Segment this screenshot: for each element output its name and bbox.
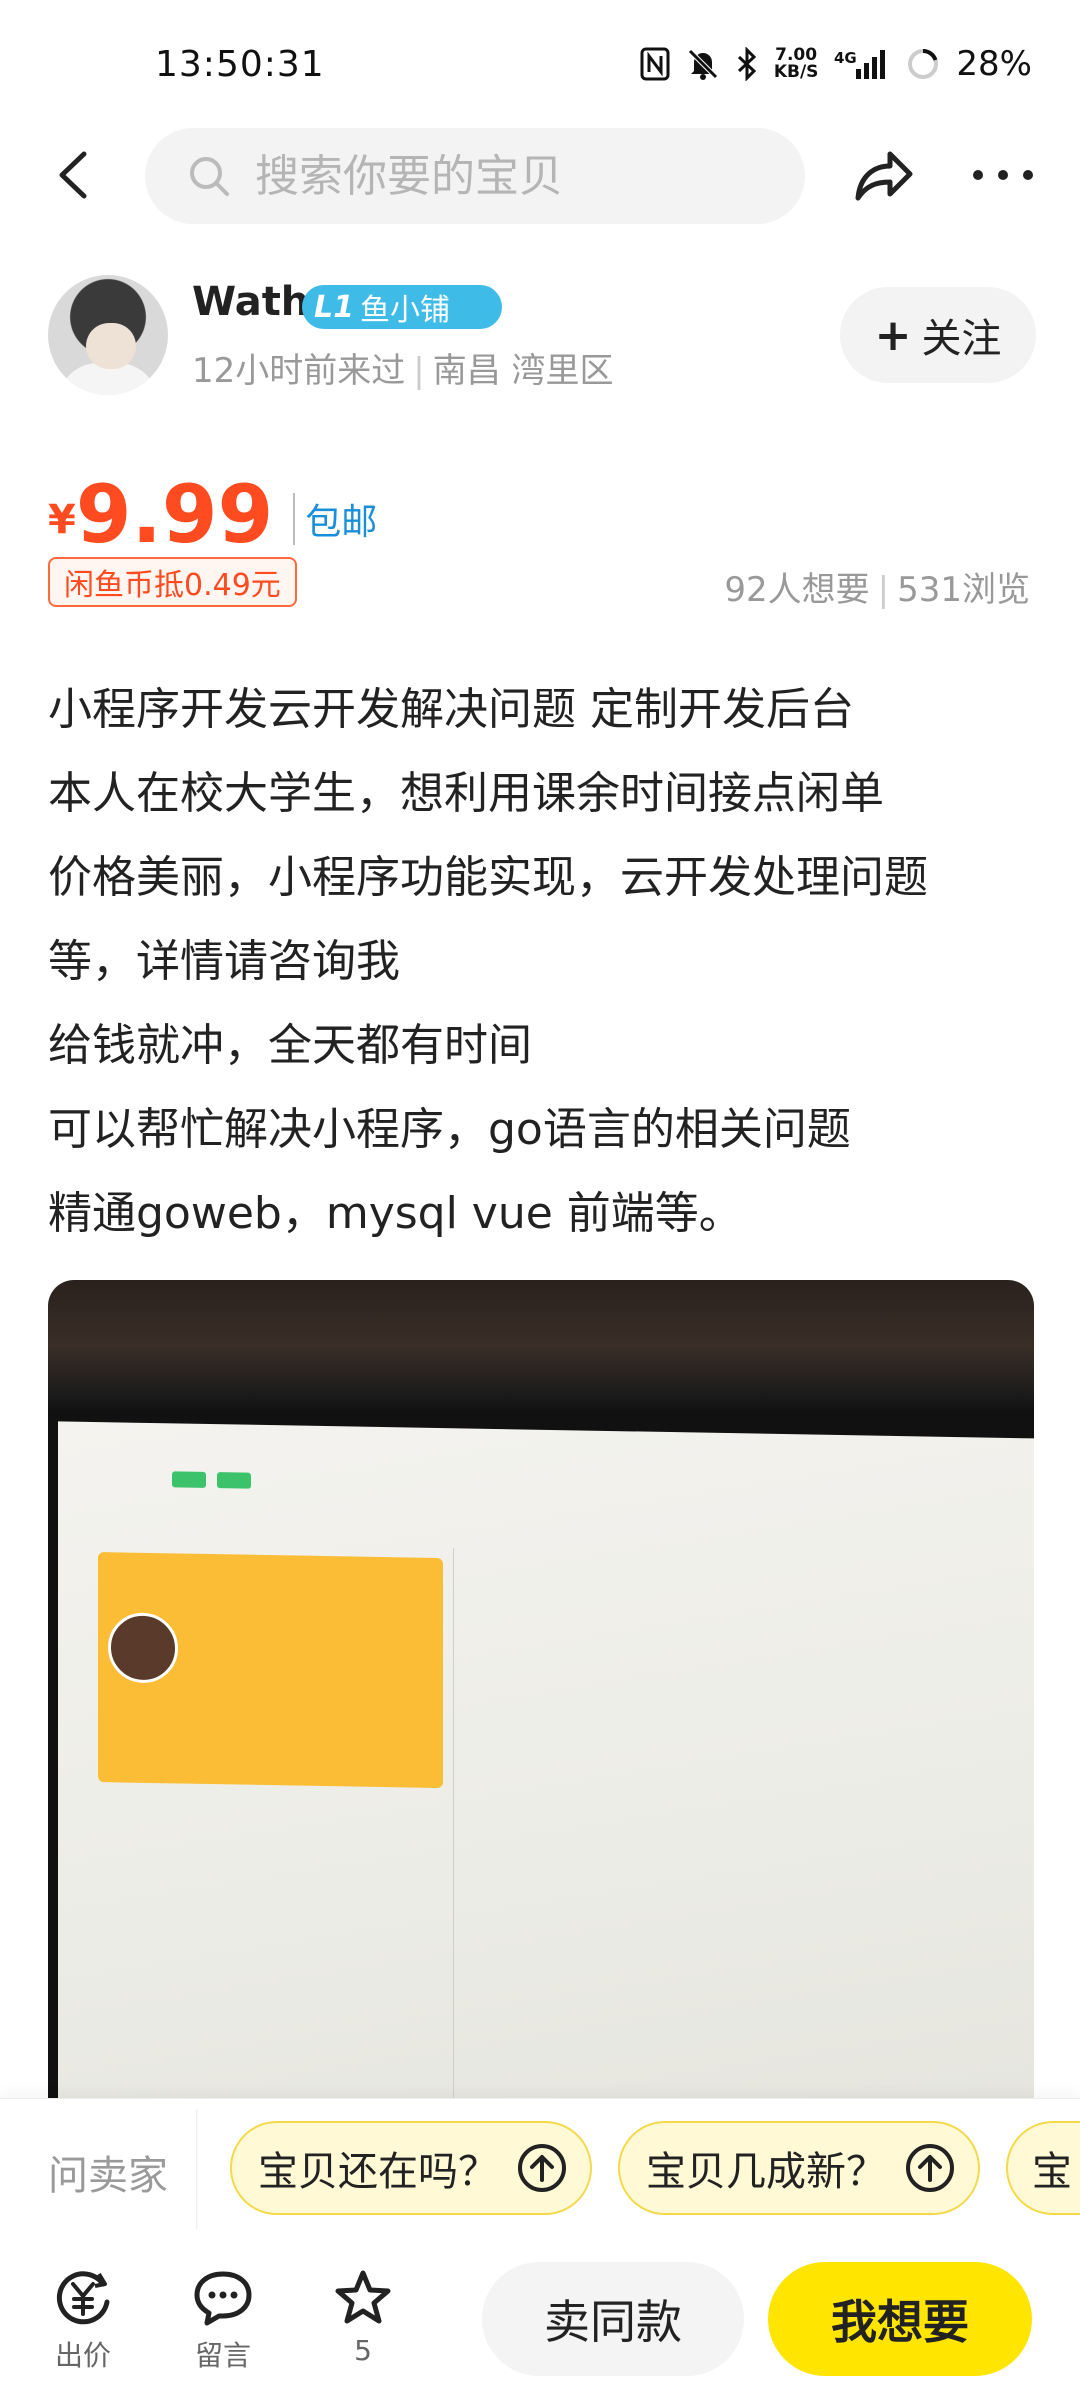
more-options-button[interactable] (968, 150, 1038, 200)
seller-location: 南昌 湾里区 (432, 351, 614, 391)
nfc-icon (640, 47, 670, 81)
offer-label: 出价 (54, 2339, 111, 2372)
meta-separator: | (413, 351, 425, 391)
comment-button[interactable]: 留言 (178, 2268, 268, 2374)
item-description: 小程序开发云开发解决问题 定制开发后台 本人在校大学生，想利用课余时间接点闲单 … (48, 668, 1038, 1256)
ask-divider (196, 2109, 198, 2229)
more-dots-icon (973, 170, 1033, 180)
ask-seller-bar: 问卖家 宝贝还在吗？ 宝贝几成新？ 宝 (0, 2098, 1080, 2238)
photo-green-chip (172, 1471, 206, 1488)
bottom-action-bar: 出价 留言 5 卖同款 我想要 (0, 2238, 1080, 2400)
want-it-button[interactable]: 我想要 (768, 2262, 1032, 2376)
shop-badge-text: 鱼小铺 (360, 293, 450, 328)
views-count: 531浏览 (897, 570, 1030, 610)
status-icons: 7.00 KB/S 4G 28% (640, 44, 1032, 84)
avatar-face (86, 323, 136, 369)
description-line: 小程序开发云开发解决问题 定制开发后台 (48, 684, 854, 735)
item-stats: 92人想要 | 531浏览 (724, 562, 1030, 611)
signal-icon: 4G (834, 47, 890, 81)
search-input[interactable] (255, 150, 775, 202)
mute-bell-icon (686, 47, 720, 81)
description-line: 给钱就冲，全天都有时间 (48, 1020, 532, 1071)
favorite-count: 5 (354, 2334, 372, 2367)
status-time: 13:50:31 (155, 44, 325, 85)
share-arrow-icon (855, 151, 913, 201)
follow-button[interactable]: + 关注 (840, 287, 1036, 383)
item-photo[interactable] (48, 1280, 1034, 2100)
star-icon (335, 2270, 391, 2324)
photo-function-grid (118, 1862, 418, 1867)
seller-avatar[interactable] (48, 275, 168, 395)
photo-green-chip (217, 1472, 251, 1489)
send-arrow-up-icon (518, 2144, 566, 2192)
comment-label: 留言 (194, 2339, 251, 2372)
description-line: 精通goweb，mysql vue 前端等。 (48, 1188, 743, 1239)
offer-price-button[interactable]: 出价 (38, 2268, 128, 2374)
photo-card-stats (118, 1712, 438, 1718)
price-currency: ¥ (48, 497, 76, 543)
chat-bubble-icon (194, 2271, 252, 2326)
quick-question-chip[interactable]: 宝贝几成新？ (618, 2121, 980, 2215)
share-button[interactable] (850, 142, 916, 208)
stats-separator: | (877, 570, 890, 610)
back-button[interactable] (48, 140, 108, 210)
description-line: 等，详情请咨询我 (48, 936, 400, 987)
search-icon (190, 157, 229, 196)
search-box[interactable] (145, 128, 805, 224)
photo-laptop-screen (58, 1421, 1034, 2100)
quick-question-text: 宝贝还在吗？ (258, 2149, 498, 2195)
shipping-tag: 包邮 (293, 493, 377, 545)
quick-question-chip[interactable]: 宝 (1006, 2121, 1080, 2215)
back-arrow-icon (59, 151, 87, 199)
seller-info: Wath L1 鱼小铺 12小时前来过 | 南昌 湾里区 + 关注 (48, 275, 1038, 395)
price-value: 9.99 (75, 468, 274, 561)
wants-count: 92人想要 (724, 570, 870, 610)
coin-deduct-tag: 闲鱼币抵0.49元 (48, 557, 297, 607)
quick-question-text: 宝贝几成新？ (646, 2149, 886, 2195)
description-line: 本人在校大学生，想利用课余时间接点闲单 (48, 768, 884, 819)
top-bar (0, 120, 1080, 230)
description-line: 价格美丽，小程序功能实现，云开发处理问题 (48, 852, 928, 903)
net-speed: 7.00 KB/S (774, 47, 819, 81)
svg-text:4G: 4G (834, 49, 857, 67)
photo-toolbar (72, 1462, 1002, 1538)
quick-question-chip[interactable]: 宝贝还在吗？ (230, 2121, 592, 2215)
description-line: 可以帮忙解决小程序，go语言的相关问题 (48, 1104, 851, 1155)
price-row: ¥ 9.99 包邮 (48, 455, 377, 555)
photo-file-tree (468, 1589, 648, 1592)
quick-question-text: 宝 (1032, 2149, 1072, 2195)
bluetooth-icon (736, 47, 758, 81)
battery-percent: 28% (956, 44, 1032, 84)
favorite-button[interactable]: 5 (318, 2268, 408, 2367)
shop-level: L1 (314, 289, 354, 325)
photo-yellow-card (98, 1552, 443, 1789)
sell-same-button[interactable]: 卖同款 (482, 2262, 744, 2376)
photo-code-editor (668, 1592, 1034, 1599)
seller-meta: 12小时前来过 | 南昌 湾里区 (192, 343, 614, 392)
net-speed-unit: KB/S (773, 62, 819, 82)
ask-seller-label[interactable]: 问卖家 (48, 2143, 168, 2201)
last-seen: 12小时前来过 (192, 351, 406, 391)
follow-label: 关注 (921, 316, 1002, 362)
battery-ring-icon (906, 47, 940, 81)
plus-icon: + (874, 309, 912, 361)
send-arrow-up-icon (906, 2144, 954, 2192)
photo-card-avatar (108, 1612, 178, 1684)
seller-name[interactable]: Wath (192, 279, 309, 325)
shop-level-badge: L1 鱼小铺 (302, 285, 502, 329)
photo-divider (453, 1548, 454, 2100)
status-bar: 13:50:31 7.00 KB/S 4G 28% (0, 0, 1080, 120)
yuan-coin-icon (56, 2271, 110, 2325)
